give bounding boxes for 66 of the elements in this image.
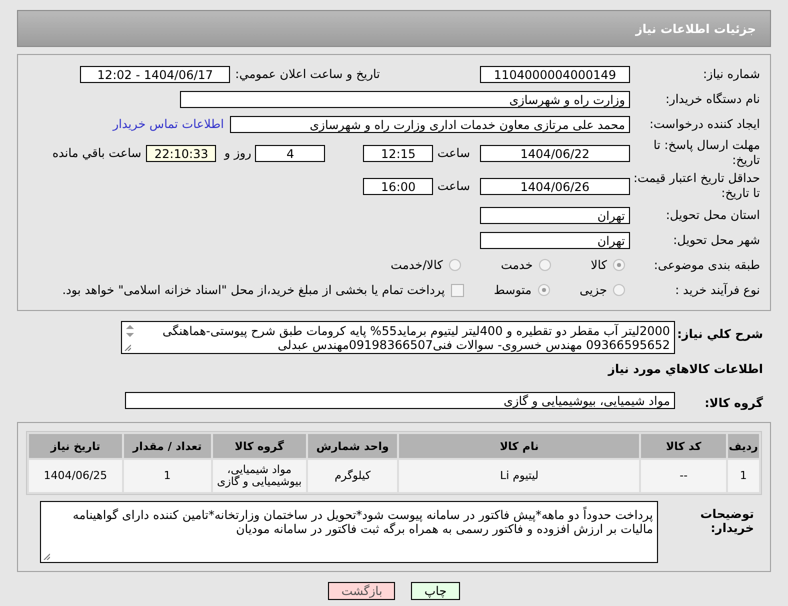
checkbox[interactable] [450, 284, 464, 296]
option-label: کالا/خدمت [390, 258, 443, 272]
back-button[interactable]: بازگشت [328, 582, 396, 600]
column-header: ردیف [728, 434, 759, 458]
days-field[interactable]: 4 [255, 144, 326, 162]
need-number-field[interactable]: 1104000004000149 [480, 66, 630, 82]
time-field[interactable]: 12:15 [363, 144, 434, 162]
province-field[interactable]: تهران [480, 206, 630, 224]
field-label: ایجاد کننده درخواست: [648, 116, 761, 132]
field-label: ساعت [437, 179, 470, 193]
table-cell: لیتیوم Li [399, 460, 640, 492]
field-label: گروه کالا: [704, 395, 764, 410]
section-heading: اطلاعات کالاهاي مورد نیاز [606, 362, 763, 376]
goods-group-field[interactable]: مواد شیمیایی، بیوشیمیایی و گازی [125, 392, 675, 409]
scroll-arrows-icon[interactable] [125, 324, 135, 338]
field-label: توضیحات خریدار: [699, 506, 755, 535]
field-label: مهلت ارسال پاسخ: تا تاریخ: [652, 138, 761, 168]
field-label: ساعت باقي مانده [52, 146, 142, 160]
column-header: واحد شمارش [308, 434, 398, 458]
radio-button[interactable] [613, 284, 625, 296]
column-header: تعداد / مقدار [124, 434, 211, 458]
table-cell: 1404/06/25 [29, 460, 122, 492]
resize-grip-icon[interactable] [43, 553, 50, 560]
field-label: استان محل تحویل: [664, 208, 761, 222]
column-header: تاریخ نیاز [29, 434, 122, 458]
table-cell: مواد شیمیایی، بیوشیمیایی و گازی [212, 460, 306, 492]
field-label: نام دستگاه خریدار: [664, 92, 761, 106]
print-button[interactable]: چاپ [411, 582, 460, 600]
table-cell: 1 [728, 460, 759, 492]
radio-button[interactable] [538, 284, 550, 296]
resize-grip-icon[interactable] [124, 344, 131, 351]
city-field[interactable]: تهران [480, 232, 630, 248]
column-header: کد کالا [641, 434, 726, 458]
countdown-field[interactable]: 22:10:33 [146, 144, 216, 162]
buyer-org-field[interactable]: وزارت راه و شهرسازی [180, 90, 630, 108]
field-label: ساعت [437, 146, 470, 160]
date-field[interactable]: 1404/06/26 [480, 178, 630, 194]
option-label: متوسط [494, 283, 532, 297]
field-label: تاریخ و ساعت اعلان عمومي: [235, 67, 380, 81]
field-label: شرح کلي نیاز: [676, 326, 764, 341]
table-cell: -- [641, 460, 726, 492]
option-label: پرداخت تمام یا بخشی از مبلغ خرید،از محل "اسناد خزانه اسلامی" خواهد بود. [62, 283, 445, 297]
option-label: جزیی [580, 283, 607, 297]
field-label: نوع فرآیند خرید : [674, 282, 761, 298]
table-cell: کیلوگرم [308, 460, 398, 492]
radio-button[interactable] [538, 259, 551, 271]
radio-button[interactable] [448, 259, 461, 271]
radio-button[interactable] [613, 259, 625, 271]
field-label: حداقل تاریخ اعتبار قیمت: تا تاریخ: [632, 171, 761, 201]
field-label: شماره نیاز: [702, 66, 761, 82]
column-header: گروه کالا [212, 434, 306, 458]
date-field[interactable]: 1404/06/22 [480, 144, 630, 162]
option-label: خدمت [500, 258, 533, 272]
field-label: شهر محل تحویل: [672, 232, 761, 248]
announce-date-field[interactable]: 1404/06/17 - 12:02 [80, 66, 230, 82]
page-title: جزئیات اطلاعات نیاز [635, 22, 756, 36]
field-label: طبقه بندی موضوعی: [652, 258, 761, 272]
option-label: کالا [590, 258, 607, 272]
buyer-contact-link[interactable]: اطلاعات تماس خریدار [112, 117, 224, 131]
requester-field[interactable]: محمد علی مرتازی معاون خدمات اداری وزارت راه و شهرسازی [230, 116, 630, 132]
field-label: روز و [224, 146, 252, 160]
description-field[interactable]: 2000لیتر آب مقطر دو تقطیره و 400لیتر لیتیوم برماید55% پایه کرومات طبق شرح پیوستی-هماهنگی 09366595652 مهندس خسروی- سوالات فنی09198366507مهندس عبدلی [121, 321, 675, 354]
column-header: نام کالا [399, 434, 640, 458]
time-field[interactable]: 16:00 [363, 178, 434, 194]
buyer-notes-field[interactable]: پرداخت حدوداً دو ماهه*پیش فاکتور در سامانه پیوست شود*تحویل در ساختمان وزارتخانه*تامین کننده دارای گواهینامه مالیات بر ارزش افزوده و فاکتور رسمی به همراه برگه ثبت فاکتور در سامانه مودیان [40, 501, 658, 563]
table-cell: 1 [124, 460, 211, 492]
